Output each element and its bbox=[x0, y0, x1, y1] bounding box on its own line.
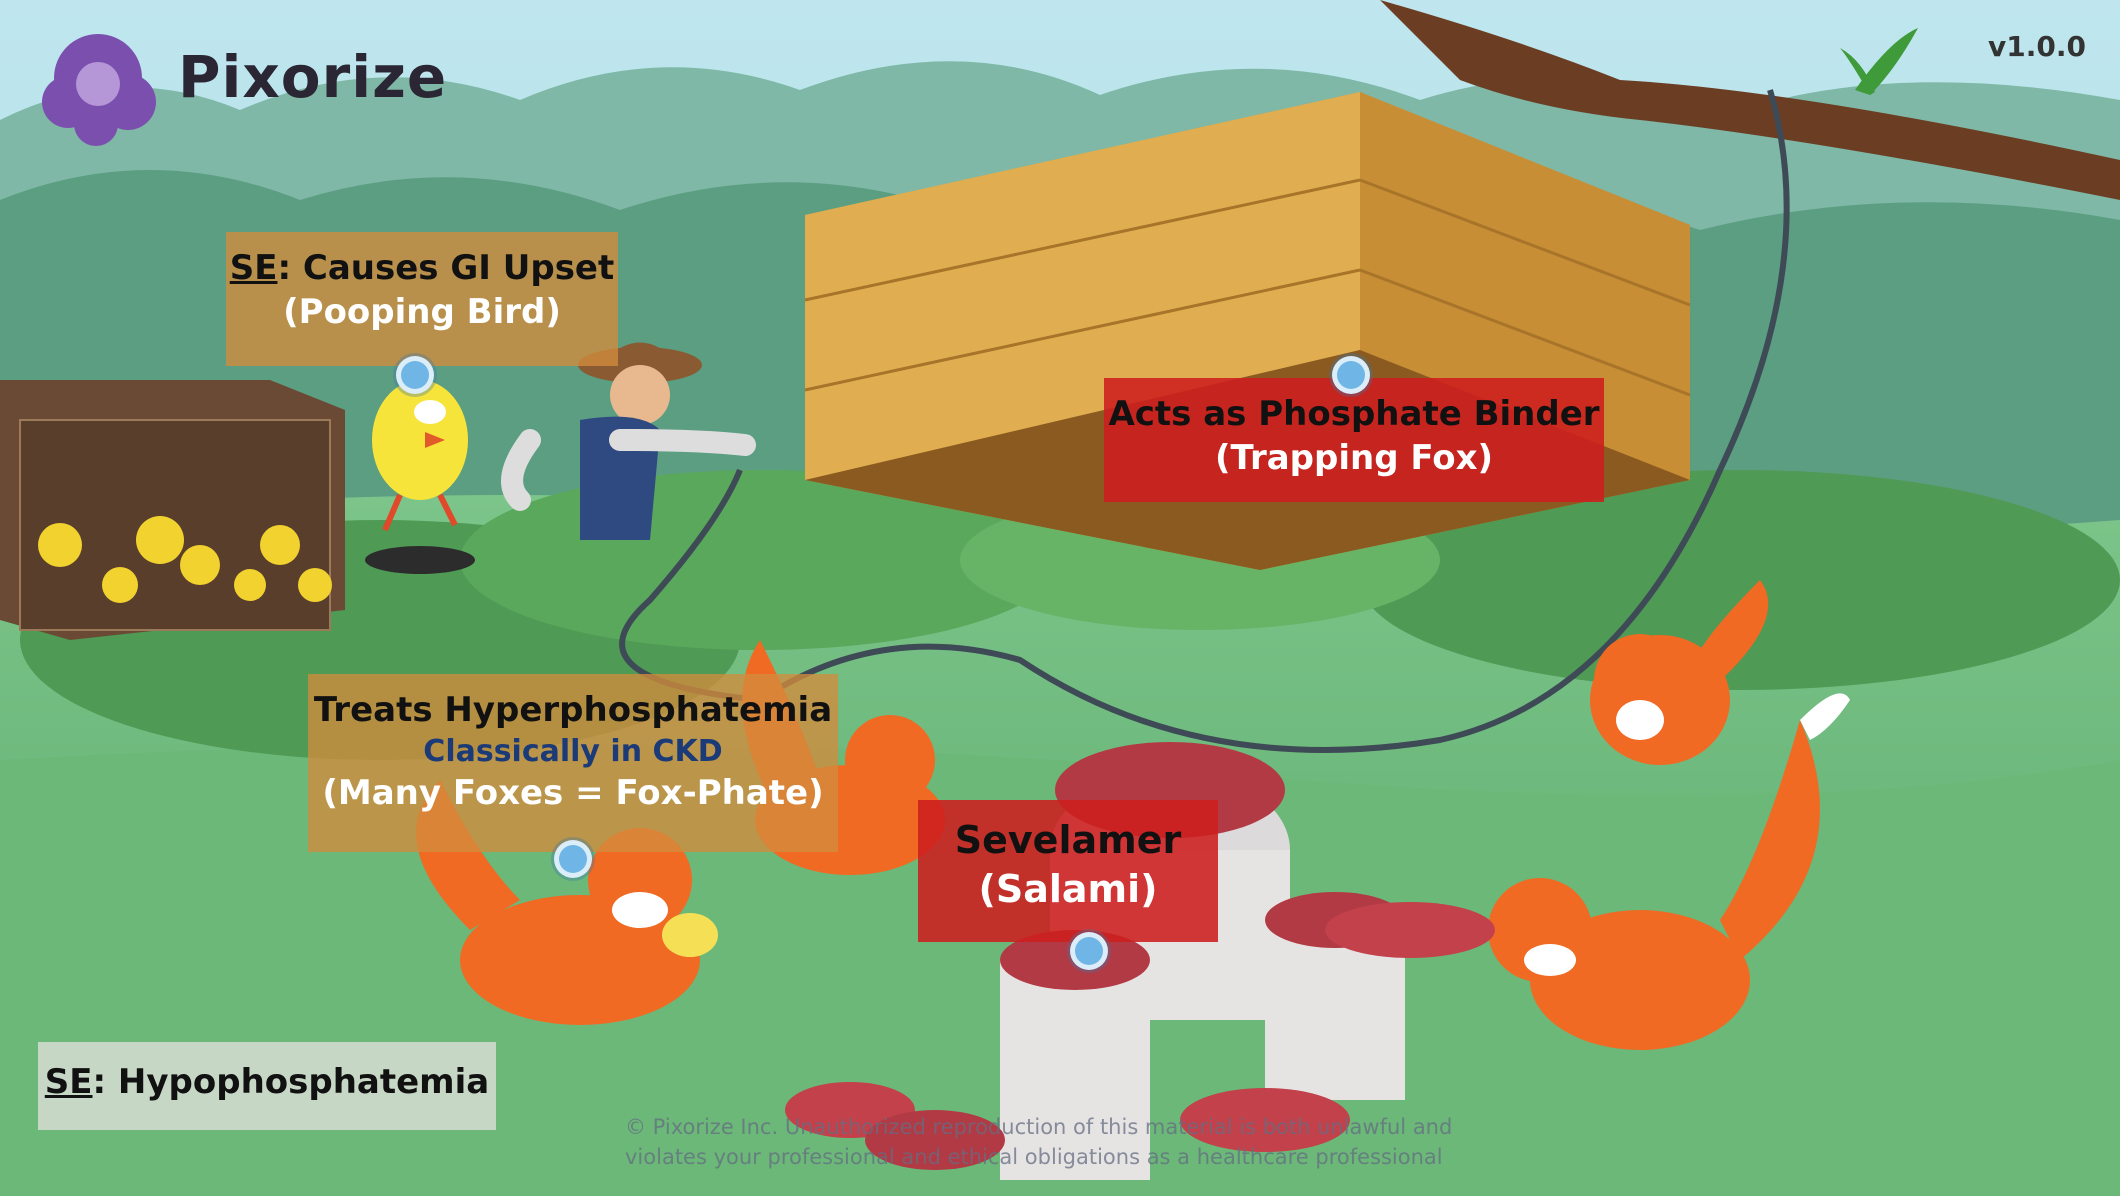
phosphate-binder-text: Acts as Phosphate Binder bbox=[1108, 394, 1600, 434]
ckd-text: Classically in CKD bbox=[423, 734, 723, 770]
watermark-line-2: violates your professional and ethical o… bbox=[625, 1145, 1443, 1170]
copyright-watermark: © Pixorize Inc. Unauthorized reproductio… bbox=[625, 1112, 1525, 1173]
scene-illustration bbox=[0, 0, 2120, 1196]
hotspot-fox[interactable] bbox=[554, 840, 592, 878]
label-sevelamer[interactable]: Sevelamer (Salami) bbox=[918, 800, 1218, 942]
hyperphosphatemia-text: Treats Hyperphosphatemia bbox=[313, 690, 833, 730]
trapping-fox-text: (Trapping Fox) bbox=[1214, 438, 1494, 479]
pooping-bird-text: (Pooping Bird) bbox=[283, 292, 561, 333]
label-hyperphosphatemia[interactable]: Treats Hyperphosphatemia Classically in … bbox=[308, 674, 838, 852]
sevelamer-text: Sevelamer bbox=[954, 818, 1182, 862]
label-gi-upset[interactable]: SE: Causes GI Upset (Pooping Bird) bbox=[226, 232, 618, 366]
label-hypophosphatemia[interactable]: SE: Hypophosphatemia bbox=[38, 1042, 496, 1130]
brain-logo-icon bbox=[30, 22, 160, 132]
salami-text: (Salami) bbox=[978, 867, 1158, 912]
fox-phate-text: (Many Foxes = Fox-Phate) bbox=[322, 773, 824, 814]
se-prefix: SE bbox=[44, 1062, 93, 1102]
logo-text: Pixorize bbox=[178, 43, 448, 111]
watermark-line-1: © Pixorize Inc. Unauthorized reproductio… bbox=[625, 1115, 1453, 1139]
hotspot-crate[interactable] bbox=[1332, 356, 1370, 394]
hotspot-bird[interactable] bbox=[396, 356, 434, 394]
se-prefix: SE bbox=[229, 248, 278, 288]
label-phosphate-binder[interactable]: Acts as Phosphate Binder (Trapping Fox) bbox=[1104, 378, 1604, 502]
hotspot-salami[interactable] bbox=[1070, 932, 1108, 970]
gi-upset-text: : Causes GI Upset bbox=[277, 248, 615, 288]
version-label: v1.0.0 bbox=[1988, 30, 2086, 63]
hypophosphatemia-text: : Hypophosphatemia bbox=[92, 1062, 490, 1102]
pixorize-logo: Pixorize bbox=[30, 22, 447, 132]
